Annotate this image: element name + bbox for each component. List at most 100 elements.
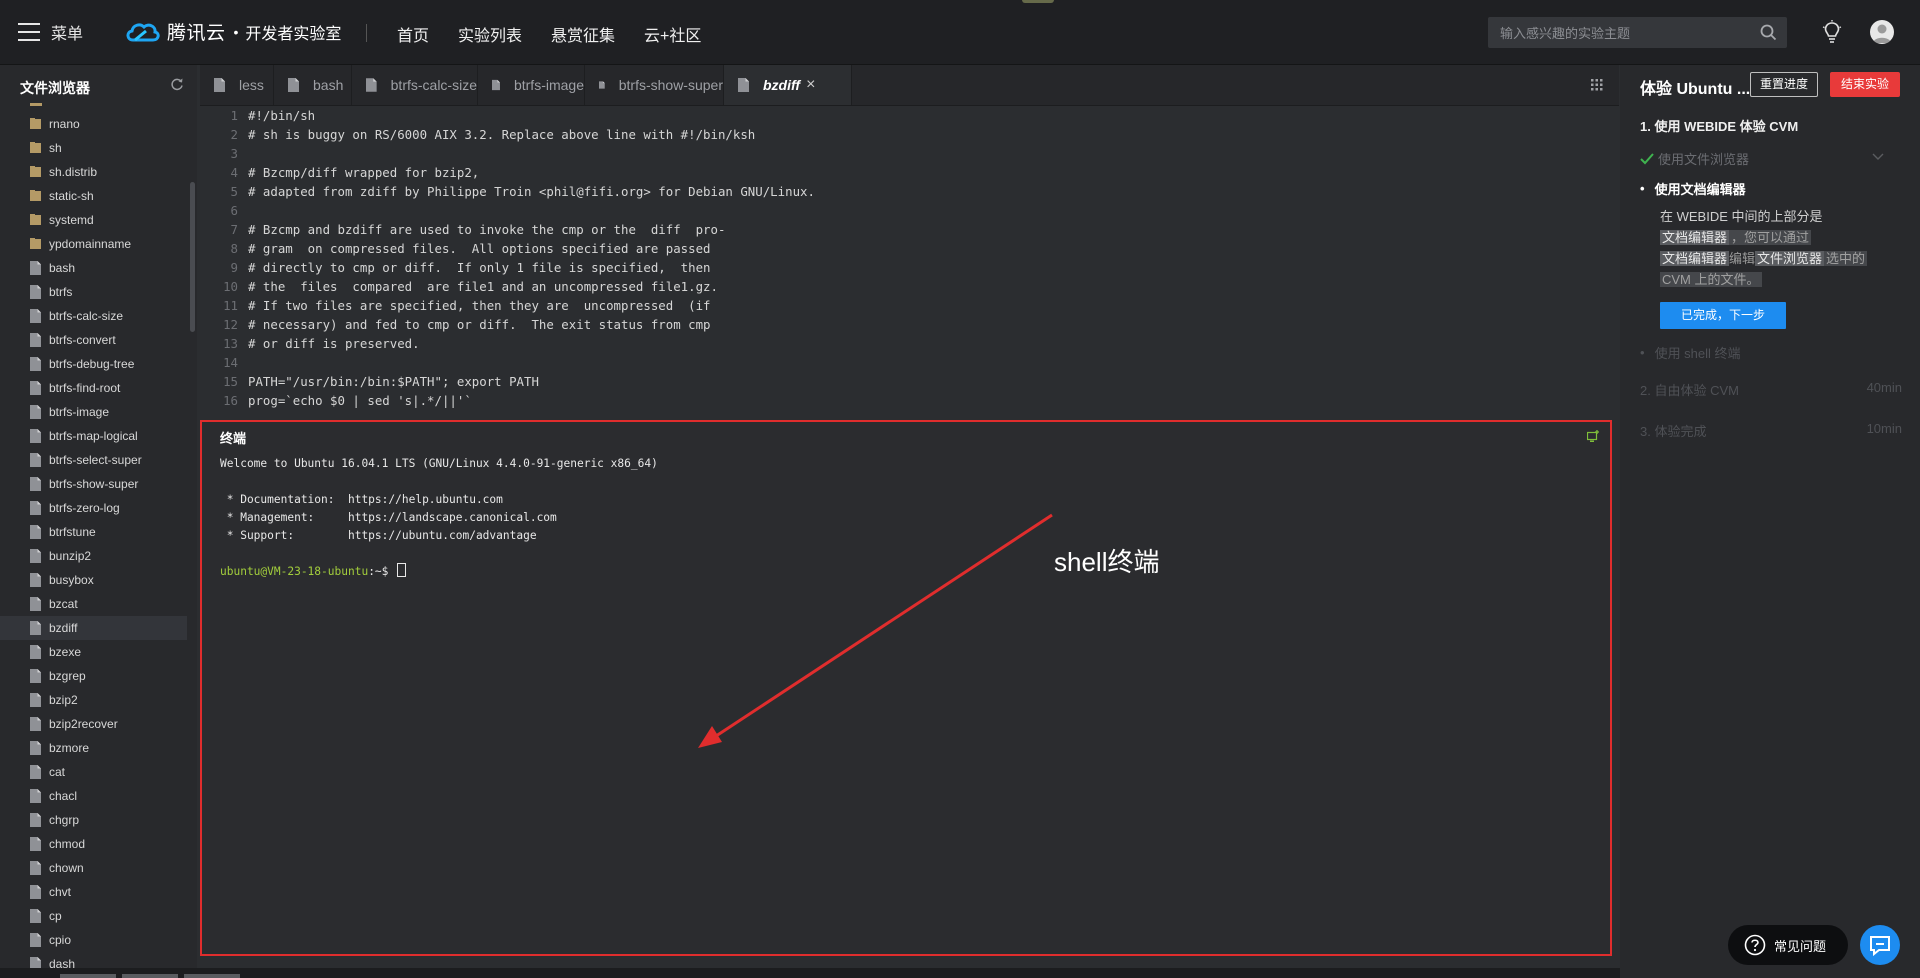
refresh-icon[interactable] <box>170 77 184 91</box>
file-item[interactable]: systemd <box>0 208 187 232</box>
file-item[interactable]: btrfs-map-logical <box>0 424 187 448</box>
lab-guide-panel: 体验 Ubuntu ... 重置进度 结束实验 1. 使用 WEBIDE 体验 … <box>1620 65 1920 978</box>
step-3-title: 3. 体验完成 <box>1640 424 1707 439</box>
file-item[interactable]: btrfs-zero-log <box>0 496 187 520</box>
file-icon <box>30 789 41 803</box>
tab-less[interactable]: less <box>200 65 274 105</box>
file-item[interactable]: sh.distrib <box>0 160 187 184</box>
step-1-title[interactable]: 1. 使用 WEBIDE 体验 CVM <box>1640 116 1798 135</box>
step-3[interactable]: 3. 体验完成 10min <box>1640 421 1902 440</box>
file-item[interactable]: busybox <box>0 568 187 592</box>
lightbulb-icon[interactable] <box>1822 20 1842 44</box>
file-item[interactable]: btrfs-image <box>0 400 187 424</box>
brand-logo[interactable]: 腾讯云 • 开发者实验室 <box>124 18 341 45</box>
line-number: 9 <box>230 260 238 275</box>
file-name: bzgrep <box>49 669 86 683</box>
file-icon <box>30 813 41 827</box>
file-item[interactable]: bash <box>0 256 187 280</box>
file-icon <box>30 357 41 371</box>
code-line: 7 # Bzcmp and bzdiff are used to invoke t… <box>200 220 1619 239</box>
code-text: #!/bin/sh <box>248 108 316 123</box>
close-icon[interactable]: × <box>806 76 815 94</box>
substep-shell[interactable]: • 使用 shell 终端 <box>1640 343 1741 362</box>
tab-btrfs-calc-size[interactable]: btrfs-calc-size <box>352 65 478 105</box>
step-2[interactable]: 2. 自由体验 CVM 40min <box>1640 380 1902 399</box>
file-item[interactable]: chown <box>0 856 187 880</box>
editor-tabs: less bash btrfs-calc-size btrfs-image btrfs-… <box>200 65 1619 106</box>
file-item[interactable]: bzdiff <box>0 616 187 640</box>
file-item[interactable]: btrfs <box>0 280 187 304</box>
search-icon[interactable] <box>1760 24 1777 41</box>
terminal-prompt[interactable]: ubuntu@VM-23-18-ubuntu:~$ <box>220 563 1590 581</box>
chevron-down-icon[interactable] <box>1872 153 1884 161</box>
file-item[interactable]: btrfs-show-super <box>0 472 187 496</box>
file-icon <box>30 645 41 659</box>
file-item[interactable]: cpio <box>0 928 187 952</box>
substep-doc-editor[interactable]: • 使用文档编辑器 <box>1640 179 1746 198</box>
file-icon <box>30 885 41 899</box>
file-item[interactable]: bzcat <box>0 592 187 616</box>
substep-label: 使用文件浏览器 <box>1658 152 1750 167</box>
help-icon <box>1744 934 1766 956</box>
file-item[interactable]: bzgrep <box>0 664 187 688</box>
file-item[interactable]: sh <box>0 136 187 160</box>
file-item[interactable]: bunzip2 <box>0 544 187 568</box>
avatar[interactable] <box>1870 20 1894 44</box>
file-item[interactable]: btrfs-debug-tree <box>0 352 187 376</box>
file-name: rnano <box>49 117 80 131</box>
reset-progress-button[interactable]: 重置进度 <box>1750 72 1818 97</box>
file-item[interactable]: bzip2 <box>0 688 187 712</box>
file-item[interactable]: btrfs-find-root <box>0 376 187 400</box>
end-lab-button[interactable]: 结束实验 <box>1830 72 1900 97</box>
new-terminal-icon[interactable] <box>1587 430 1600 443</box>
file-item[interactable]: chgrp <box>0 808 187 832</box>
file-item[interactable]: rnano <box>0 112 187 136</box>
file-item[interactable]: btrfs-calc-size <box>0 304 187 328</box>
tab-btrfs-image[interactable]: btrfs-image <box>478 65 585 105</box>
file-item[interactable]: btrfs-convert <box>0 328 187 352</box>
terminal-panel[interactable]: 终端 Welcome to Ubuntu 16.04.1 LTS (GNU/Li… <box>200 420 1612 956</box>
explorer-title: 文件浏览器 <box>20 80 90 96</box>
file-item[interactable]: cat <box>0 760 187 784</box>
code-text: prog=`echo $0 | sed 's|.*/||'` <box>248 393 472 408</box>
next-step-button[interactable]: 已完成，下一步 <box>1660 302 1786 329</box>
line-number: 5 <box>230 184 238 199</box>
line-number: 4 <box>230 165 238 180</box>
brand-subtitle: 开发者实验室 <box>245 25 342 43</box>
file-item[interactable]: static-sh <box>0 184 187 208</box>
file-item[interactable]: cp <box>0 904 187 928</box>
nav-lab-list[interactable]: 实验列表 <box>458 22 522 46</box>
faq-button[interactable]: 常见问题 <box>1728 925 1848 965</box>
nav-community[interactable]: 云+社区 <box>644 22 701 46</box>
code-editor[interactable]: 1 #!/bin/sh 2 # sh is buggy on RS/6000 AIX … <box>200 106 1619 418</box>
chat-button[interactable] <box>1860 925 1900 965</box>
tab-bzdiff[interactable]: bzdiff × <box>724 65 852 105</box>
terminal-output[interactable]: Welcome to Ubuntu 16.04.1 LTS (GNU/Linux… <box>220 455 1590 935</box>
nav-home[interactable]: 首页 <box>397 22 429 46</box>
file-name: bzcat <box>49 597 78 611</box>
substep-file-browser[interactable]: 使用文件浏览器 <box>1640 149 1749 168</box>
file-item[interactable]: bzip2recover <box>0 712 187 736</box>
file-item[interactable]: ypdomainname <box>0 232 187 256</box>
desc-highlight: 文档编辑器 <box>1660 251 1730 266</box>
file-list: rnano sh sh.distrib static-sh systemd ypdomai… <box>0 112 187 976</box>
brand-name: 腾讯云 <box>167 23 226 44</box>
file-item[interactable]: btrfs-select-super <box>0 448 187 472</box>
nav-bounty[interactable]: 悬赏征集 <box>551 22 615 46</box>
file-item[interactable]: bzexe <box>0 640 187 664</box>
file-name: bzexe <box>49 645 82 659</box>
tab-btrfs-show-super[interactable]: btrfs-show-super <box>585 65 724 105</box>
file-item[interactable]: chmod <box>0 832 187 856</box>
file-item[interactable]: btrfstune <box>0 520 187 544</box>
file-icon <box>30 861 41 875</box>
grid-menu-icon[interactable] <box>1591 79 1603 91</box>
tab-bash[interactable]: bash <box>274 65 352 105</box>
file-item[interactable]: bzmore <box>0 736 187 760</box>
search-input[interactable] <box>1488 17 1762 50</box>
file-item[interactable]: chacl <box>0 784 187 808</box>
explorer-scrollbar[interactable] <box>190 182 195 332</box>
file-item[interactable]: chvt <box>0 880 187 904</box>
menu-button[interactable]: 菜单 <box>18 20 83 44</box>
folder-icon <box>30 166 41 177</box>
file-icon <box>30 501 41 515</box>
